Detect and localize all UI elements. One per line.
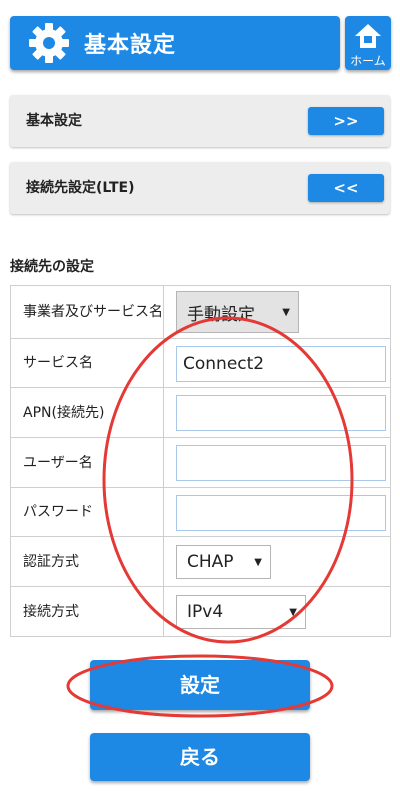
connection-method-select[interactable]: IPv4 ▼ — [176, 595, 306, 629]
row-label-auth-method: 認証方式 — [10, 536, 164, 587]
dropdown-arrow-icon: ▼ — [289, 606, 297, 618]
panel-basic-settings-label: 基本設定 — [26, 113, 82, 129]
row-label-password: パスワード — [10, 487, 164, 537]
table-row: 事業者及びサービス名 手動設定 ▼ — [10, 285, 391, 339]
auth-method-select-value: CHAP — [187, 552, 234, 572]
collapse-connection-lte-button[interactable]: << — [308, 174, 384, 202]
section-title: 接続先の設定 — [10, 259, 94, 275]
carrier-select[interactable]: 手動設定 ▼ — [176, 291, 299, 333]
row-label-username: ユーザー名 — [10, 437, 164, 488]
row-label-service-name: サービス名 — [10, 338, 164, 388]
auth-method-select[interactable]: CHAP ▼ — [176, 545, 271, 579]
password-input[interactable] — [176, 495, 386, 531]
connection-settings-table: 事業者及びサービス名 手動設定 ▼ サービス名 Connect2 APN(接続先… — [10, 285, 391, 637]
table-row: サービス名 Connect2 — [10, 338, 391, 388]
panel-basic-settings: 基本設定 >> — [10, 95, 390, 147]
dropdown-arrow-icon: ▼ — [254, 556, 262, 568]
carrier-select-value: 手動設定 — [187, 304, 255, 325]
home-button[interactable]: ホーム — [345, 16, 391, 70]
dropdown-arrow-icon: ▼ — [282, 306, 290, 318]
home-icon — [355, 24, 381, 48]
apn-input[interactable] — [176, 395, 386, 431]
row-label-carrier: 事業者及びサービス名 — [10, 285, 164, 339]
expand-basic-settings-button[interactable]: >> — [308, 107, 384, 135]
row-label-apn: APN(接続先) — [10, 387, 164, 438]
table-row: APN(接続先) — [10, 387, 391, 438]
back-button[interactable]: 戻る — [90, 733, 310, 781]
table-row: 認証方式 CHAP ▼ — [10, 536, 391, 587]
page-header: 基本設定 — [10, 16, 340, 70]
username-input[interactable] — [176, 445, 386, 481]
panel-connection-lte-label: 接続先設定(LTE) — [26, 180, 135, 196]
panel-connection-lte: 接続先設定(LTE) << — [10, 162, 390, 214]
service-name-input[interactable]: Connect2 — [176, 346, 386, 382]
table-row: パスワード — [10, 487, 391, 537]
page-title: 基本設定 — [84, 33, 177, 58]
gear-icon — [29, 23, 69, 63]
row-label-connection-method: 接続方式 — [10, 586, 164, 637]
connection-method-select-value: IPv4 — [187, 602, 224, 622]
table-row: ユーザー名 — [10, 437, 391, 488]
home-button-label: ホーム — [350, 54, 386, 68]
submit-settings-button[interactable]: 設定 — [90, 660, 310, 710]
table-row: 接続方式 IPv4 ▼ — [10, 586, 391, 637]
